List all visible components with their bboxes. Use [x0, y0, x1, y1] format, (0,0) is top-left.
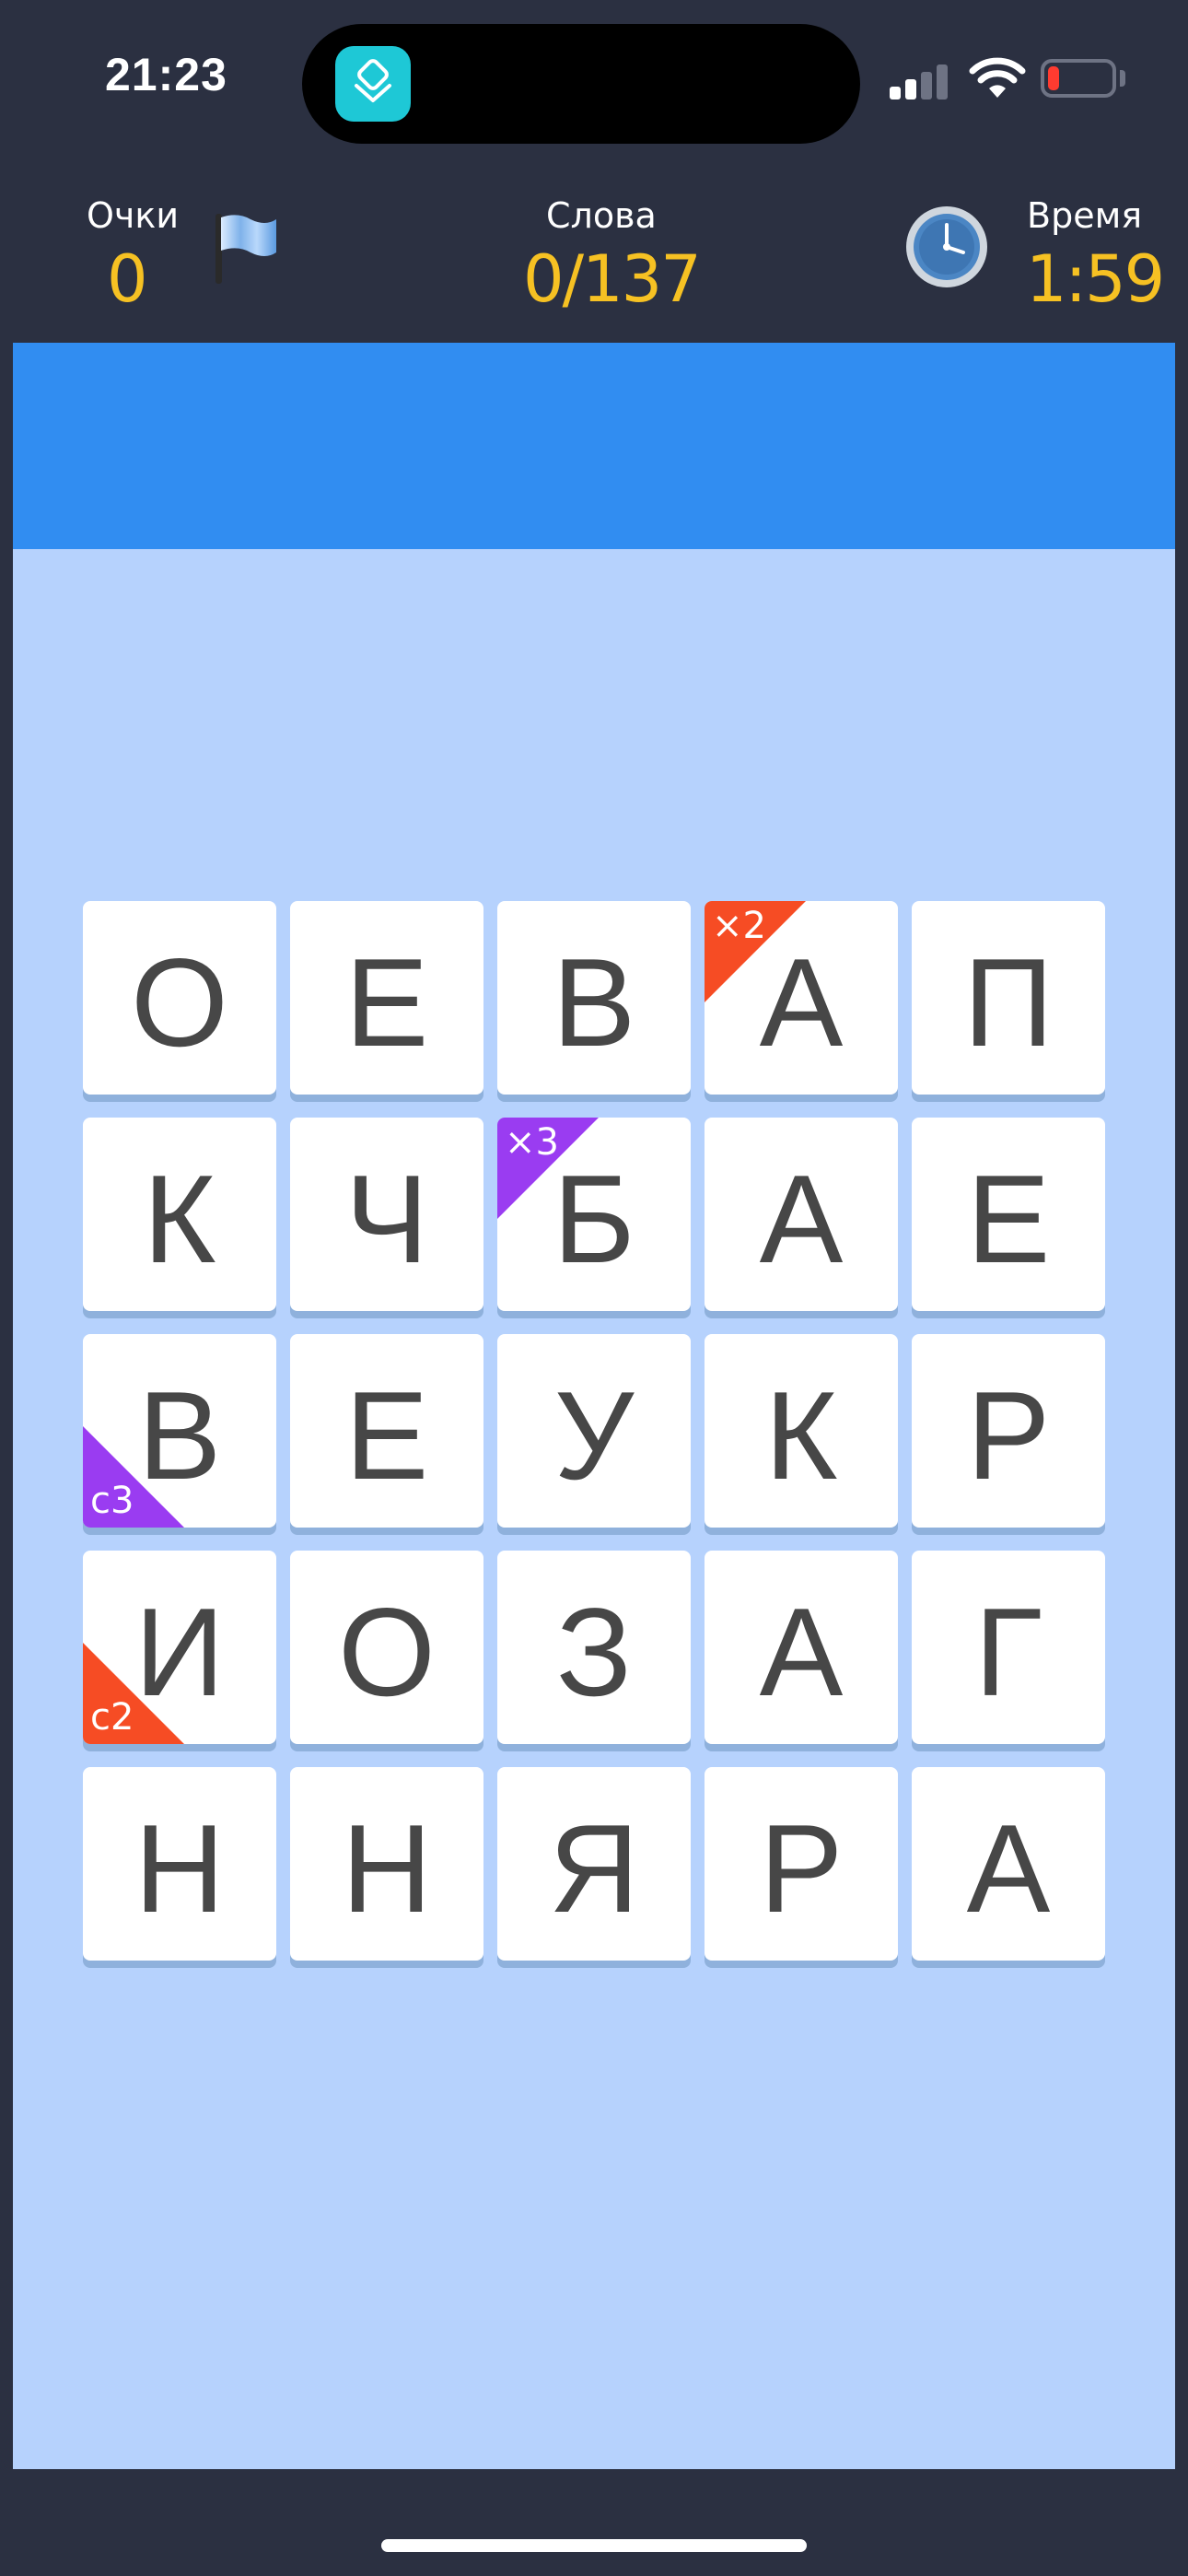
battery-icon: [1041, 59, 1116, 98]
multiplier-badge-label: с2: [90, 1696, 134, 1739]
home-indicator[interactable]: [381, 2539, 807, 2552]
letter-tile[interactable]: Ис2: [83, 1551, 276, 1744]
letter-tile[interactable]: В: [497, 901, 691, 1095]
tile-letter: Р: [966, 1365, 1051, 1505]
letter-tile[interactable]: Вс3: [83, 1334, 276, 1528]
letter-tile[interactable]: Я: [497, 1767, 691, 1961]
flag-icon[interactable]: [210, 208, 284, 286]
tile-letter: Е: [344, 1365, 429, 1505]
letter-tile[interactable]: К: [83, 1118, 276, 1311]
tile-letter: А: [966, 1798, 1051, 1938]
tile-letter: К: [764, 1365, 838, 1505]
tile-letter: У: [553, 1365, 635, 1505]
tile-letter: Р: [759, 1798, 844, 1938]
dynamic-island: [302, 24, 860, 144]
score-value: 0: [107, 241, 148, 317]
cellular-signal-icon: [890, 63, 949, 100]
tile-letter: А: [759, 1149, 844, 1289]
tile-letter: О: [338, 1582, 436, 1722]
letter-tile[interactable]: Б ×3: [497, 1118, 691, 1311]
letter-tile[interactable]: Г: [912, 1551, 1105, 1744]
layers-icon[interactable]: [335, 46, 411, 122]
letter-tile[interactable]: З: [497, 1551, 691, 1744]
tile-letter: Е: [966, 1149, 1051, 1289]
letter-tile[interactable]: А ×2: [705, 901, 898, 1095]
letter-tile[interactable]: Ч: [290, 1118, 483, 1311]
tile-letter: Г: [974, 1582, 1042, 1722]
tile-letter: А: [759, 1582, 844, 1722]
letter-tile[interactable]: Е: [290, 1334, 483, 1528]
tile-letter: З: [555, 1582, 633, 1722]
letter-tile[interactable]: Р: [912, 1334, 1105, 1528]
tile-letter: Н: [134, 1798, 226, 1938]
letter-grid: О Е В А ×2 П К Ч Б ×3 А Е Вс3 Е У К Р Ис2 О З А Г Н Н Я Р А: [83, 901, 1114, 1961]
tile-letter: Н: [341, 1798, 433, 1938]
battery-level: [1048, 66, 1059, 90]
tile-letter: Е: [344, 932, 429, 1072]
multiplier-badge-label: ×2: [712, 905, 766, 947]
letter-tile[interactable]: Н: [290, 1767, 483, 1961]
tile-letter: К: [143, 1149, 216, 1289]
letter-tile[interactable]: К: [705, 1334, 898, 1528]
tile-letter: П: [963, 932, 1054, 1072]
tile-letter: О: [131, 932, 228, 1072]
words-label: Слова: [546, 195, 657, 236]
tile-letter: Ч: [344, 1149, 429, 1289]
letter-tile[interactable]: Р: [705, 1767, 898, 1961]
play-area: О Е В А ×2 П К Ч Б ×3 А Е Вс3 Е У К Р Ис2 О З А Г Н Н Я Р А: [13, 343, 1175, 2469]
time-label: Время: [1027, 195, 1143, 236]
letter-tile[interactable]: А: [705, 1551, 898, 1744]
letter-tile[interactable]: А: [705, 1118, 898, 1311]
current-word-banner: [13, 343, 1175, 549]
words-value: 0/137: [523, 241, 702, 317]
time-value: 1:59: [1026, 241, 1165, 317]
multiplier-badge-label: с3: [90, 1480, 134, 1522]
multiplier-badge-label: ×3: [505, 1121, 559, 1164]
letter-tile[interactable]: А: [912, 1767, 1105, 1961]
letter-tile[interactable]: У: [497, 1334, 691, 1528]
clock-icon: [906, 206, 987, 287]
battery-cap: [1120, 70, 1125, 87]
letter-tile[interactable]: Н: [83, 1767, 276, 1961]
letter-tile[interactable]: Е: [290, 901, 483, 1095]
wifi-icon: [969, 57, 1026, 98]
letter-tile[interactable]: О: [83, 901, 276, 1095]
tile-letter: Я: [548, 1798, 640, 1938]
letter-tile[interactable]: О: [290, 1551, 483, 1744]
score-label: Очки: [87, 195, 180, 236]
tile-letter: В: [552, 932, 636, 1072]
letter-tile[interactable]: П: [912, 901, 1105, 1095]
status-time: 21:23: [105, 49, 227, 100]
letter-tile[interactable]: Е: [912, 1118, 1105, 1311]
